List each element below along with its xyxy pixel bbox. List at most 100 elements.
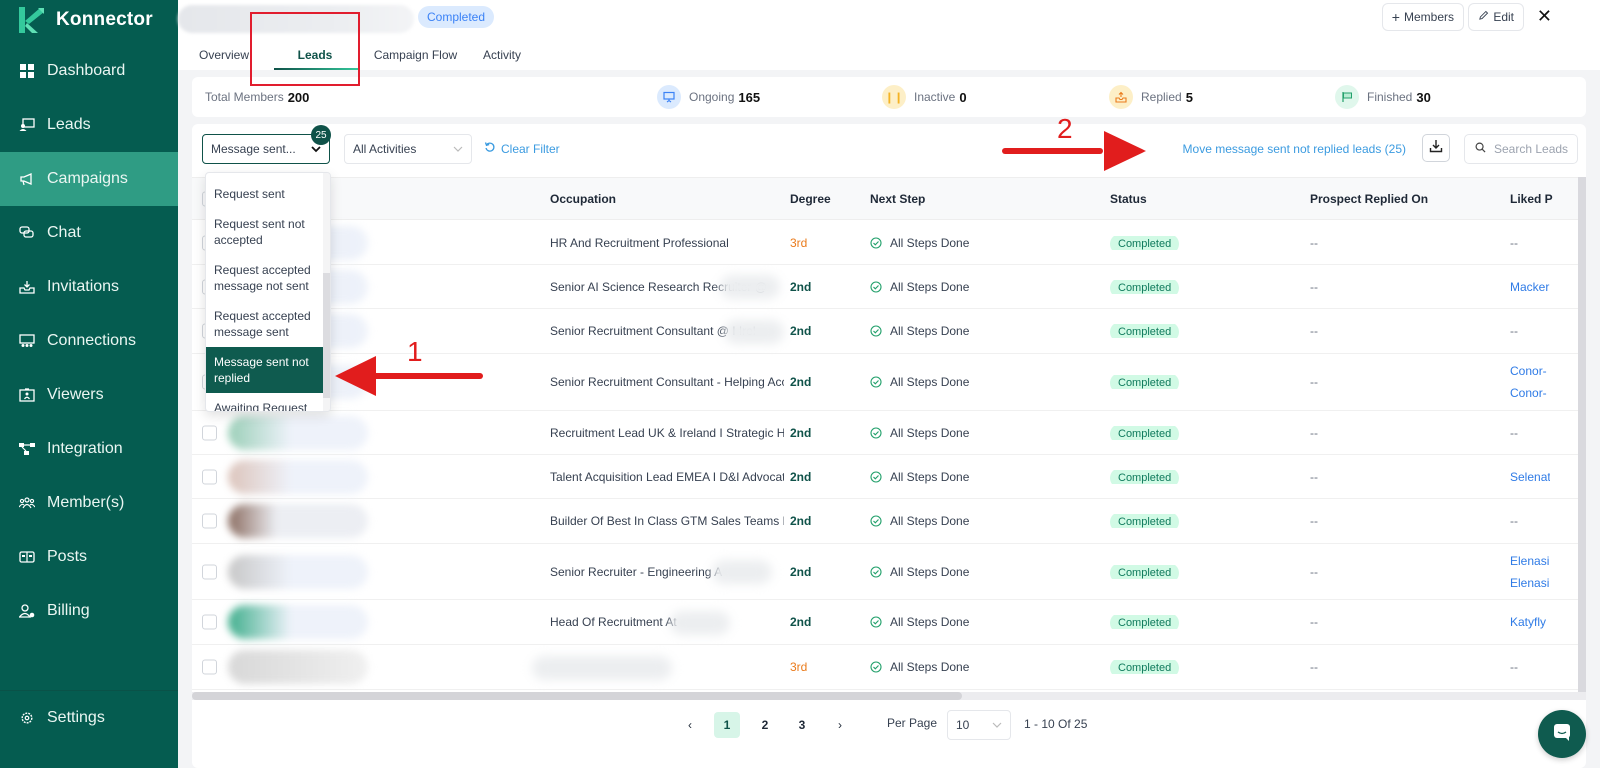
table-row[interactable]: Builder Of Best In Class GTM Sales Teams… [192,499,1586,544]
dropdown-option[interactable]: Request sent [206,179,324,209]
brand-name: Konnector [56,9,153,30]
prev-page-button[interactable]: ‹ [677,712,703,738]
occupation-cell: Builder Of Best In Class GTM Sales Teams… [550,514,784,528]
liked-post-link[interactable]: Elenasi [1510,572,1550,594]
check-circle-icon [870,661,882,673]
status-cell: Completed [1110,564,1180,579]
sidebar-item-chat[interactable]: Chat [0,206,178,260]
sidebar-item-connections[interactable]: Connections [0,314,178,368]
download-button[interactable] [1422,134,1450,162]
row-checkbox[interactable] [202,614,217,630]
check-circle-icon [870,426,882,439]
tab-leads[interactable]: Leads [271,44,359,70]
dropdown-option[interactable]: Awaiting Request [206,393,324,411]
tab-overview[interactable]: Overview [199,44,271,70]
column-header-next-step[interactable]: Next Step [870,192,925,206]
lead-name-redacted[interactable] [228,459,368,494]
page-3-button[interactable]: 3 [789,712,815,738]
dropdown-option[interactable]: Request accepted message sent [206,301,324,347]
table-row[interactable]: Senior AI Science Research Recruiter @2n… [192,265,1586,309]
next-step-cell: All Steps Done [870,470,969,484]
clear-filter-button[interactable]: Clear Filter [484,141,560,156]
stat-label: Replied [1141,90,1182,104]
page-1-button[interactable]: 1 [714,712,740,738]
table-row[interactable]: Recruitment Lead UK & Ireland I Strategi… [192,411,1586,455]
members-icon [19,495,35,511]
sidebar-item-billing[interactable]: Billing [0,584,178,638]
table-horizontal-scrollbar[interactable] [192,692,1586,700]
close-icon[interactable]: ✕ [1537,6,1552,27]
liked-post-link[interactable]: Selenat [1510,466,1550,488]
column-header-liked-posts[interactable]: Liked P [1510,192,1553,206]
liked-post-link[interactable]: Elenasi [1510,550,1550,572]
sidebar-item-member-s[interactable]: Member(s) [0,476,178,530]
liked-post-link[interactable]: Katyfly [1510,611,1550,633]
column-header-occupation[interactable]: Occupation [550,192,616,206]
degree-cell: 3rd [790,660,808,674]
liked-post-link[interactable]: Macker [1510,276,1550,298]
column-header-degree[interactable]: Degree [790,192,831,206]
tab-campaign-flow[interactable]: Campaign Flow [359,44,472,70]
per-page-select[interactable]: 10 [947,710,1011,740]
table-row[interactable]: HR And Recruitment Professional 3rd All St… [192,221,1586,265]
next-step-text: All Steps Done [890,660,970,674]
sidebar-item-label: Connections [47,332,136,349]
search-leads-field[interactable] [1464,134,1578,164]
table-row[interactable]: Senior Recruiter - Engineering A 2nd All S… [192,544,1586,600]
liked-post-link[interactable]: Conor- [1510,382,1550,404]
column-header-status[interactable]: Status [1110,192,1147,206]
table-row[interactable]: Head Of Recruitment At 2nd All Steps Done C… [192,600,1586,645]
row-checkbox[interactable] [202,564,217,579]
integration-icon [19,441,35,457]
sidebar-item-viewers[interactable]: Viewers [0,368,178,422]
sidebar-item-campaigns[interactable]: Campaigns [0,152,178,206]
sidebar-item-invitations[interactable]: Invitations [0,260,178,314]
move-leads-link[interactable]: Move message sent not replied leads (25) [1183,142,1406,156]
liked-post-link[interactable]: Conor- [1510,360,1550,382]
table-row[interactable]: 3rd All Steps Done Completed -- -- [192,645,1586,690]
row-checkbox[interactable] [202,469,217,484]
row-checkbox[interactable] [202,425,217,440]
activity-filter-select[interactable]: All Activities [344,134,472,164]
lead-name-redacted[interactable] [228,650,368,684]
sidebar-item-dashboard[interactable]: Dashboard [0,44,178,98]
check-circle-icon [870,565,882,578]
scroll-thumb[interactable] [1578,177,1586,692]
table-row[interactable]: Talent Acquisition Lead EMEA I D&I Advoc… [192,455,1586,499]
lead-name-redacted[interactable] [228,605,368,639]
table-row[interactable]: Senior Recruitment Consultant @ I Irel 2n… [192,309,1586,354]
page-2-button[interactable]: 2 [752,712,778,738]
table-vertical-scrollbar[interactable] [1578,177,1586,692]
sidebar-item-leads[interactable]: Leads [0,98,178,152]
dropdown-scrollbar[interactable] [323,173,330,411]
tab-activity[interactable]: Activity [472,44,532,70]
stat-value: 0 [959,89,967,105]
edit-button[interactable]: Edit [1468,3,1524,31]
sidebar-item-integration[interactable]: Integration [0,422,178,476]
dropdown-option[interactable]: Request sent not accepted [206,209,324,255]
posts-icon [19,549,35,565]
lead-name-redacted[interactable] [228,554,368,589]
chat-support-button[interactable] [1538,710,1586,758]
scroll-thumb[interactable] [192,692,962,700]
row-checkbox[interactable] [202,659,217,675]
brand[interactable]: Konnector [0,0,178,40]
dropdown-option[interactable]: Message sent not replied [206,347,324,393]
sidebar-item-label: Integration [47,440,123,457]
sidebar-item-settings[interactable]: Settings [0,690,178,744]
sidebar-item-label: Leads [47,116,91,133]
lead-name-redacted[interactable] [228,504,368,538]
table-row[interactable]: Senior Recruitment Consultant - Helping … [192,354,1586,411]
column-header-prospect-replied-on[interactable]: Prospect Replied On [1310,192,1428,206]
chat-icon [19,225,35,241]
next-page-button[interactable]: › [827,712,853,738]
row-checkbox[interactable] [202,513,217,529]
add-members-button[interactable]: + Members [1381,3,1464,31]
sidebar-item-posts[interactable]: Posts [0,530,178,584]
dropdown-option[interactable]: Request accepted message not sent [206,255,324,301]
scroll-thumb[interactable] [323,273,330,398]
stat-inactive: ❙❙ Inactive 0 [882,85,967,109]
inbox-upload-icon [1109,85,1133,109]
lead-name-redacted[interactable] [228,415,368,450]
search-leads-input[interactable] [1494,142,1570,156]
